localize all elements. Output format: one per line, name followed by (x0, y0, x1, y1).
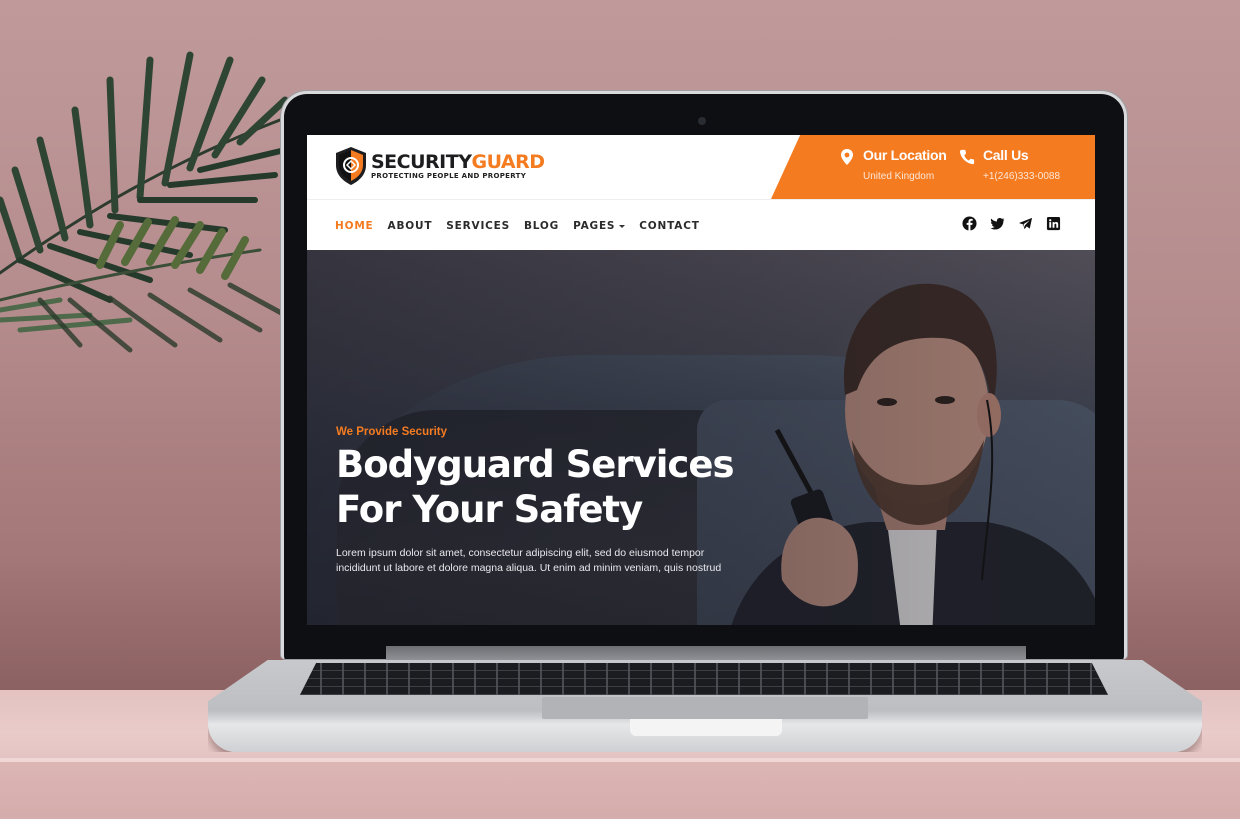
nav-label: BLOG (524, 220, 560, 232)
website-screen: SECURITYGUARD PROTECTING PEOPLE AND PROP… (307, 135, 1095, 625)
hero-eyebrow: We Provide Security (336, 426, 447, 438)
phone-icon (959, 149, 975, 165)
nav-item-pages[interactable]: PAGES (573, 220, 626, 232)
shelf-front (0, 762, 1240, 819)
site-header: SECURITYGUARD PROTECTING PEOPLE AND PROP… (307, 135, 1095, 199)
nav-label: ABOUT (387, 220, 433, 232)
palm-plant-decoration (0, 51, 289, 353)
contact-band: Our Location United Kingdom Call Us +1(2… (771, 135, 1095, 199)
map-pin-icon (841, 149, 853, 165)
nav-label: CONTACT (639, 220, 700, 232)
telegram-icon[interactable] (1018, 216, 1033, 231)
location-value: United Kingdom (863, 171, 935, 182)
logo-wordmark: SECURITYGUARD (371, 150, 545, 173)
nav-label: PAGES (573, 220, 616, 232)
contact-call[interactable]: Call Us +1(246)333-0088 (959, 147, 1060, 182)
twitter-icon[interactable] (990, 216, 1005, 231)
laptop-lid-notch (630, 719, 782, 736)
nav-label: HOME (335, 220, 374, 232)
call-title: Call Us (983, 147, 1029, 163)
nav-item-contact[interactable]: CONTACT (639, 220, 699, 232)
nav-item-blog[interactable]: BLOG (524, 220, 559, 232)
hero-description: Lorem ipsum dolor sit amet, consectetur … (336, 547, 722, 574)
main-navigation: HOME ABOUT SERVICES BLOG PAGES CONTACT (307, 199, 1095, 250)
logo-tagline: PROTECTING PEOPLE AND PROPERTY (371, 171, 527, 180)
nav-label: SERVICES (446, 220, 510, 232)
site-logo[interactable]: SECURITYGUARD PROTECTING PEOPLE AND PROP… (334, 146, 545, 186)
call-phone-number[interactable]: +1(246)333-0088 (983, 171, 1060, 182)
hero-content: We Provide Security Bodyguard Services F… (336, 426, 756, 576)
hero-headline: Bodyguard Services For Your Safety (336, 443, 734, 531)
nav-item-home[interactable]: HOME (335, 220, 374, 232)
nav-item-about[interactable]: ABOUT (388, 220, 433, 232)
laptop-trackpad (542, 697, 868, 719)
social-links (962, 216, 1061, 231)
contact-location: Our Location United Kingdom (839, 147, 947, 182)
laptop-keyboard (300, 663, 1108, 695)
shield-icon (336, 147, 366, 185)
location-title: Our Location (863, 147, 947, 163)
hero-banner: We Provide Security Bodyguard Services F… (307, 250, 1095, 625)
facebook-icon[interactable] (962, 216, 977, 231)
chevron-down-icon (619, 224, 626, 228)
linkedin-icon[interactable] (1046, 216, 1061, 231)
webcam (698, 117, 706, 125)
nav-item-services[interactable]: SERVICES (446, 220, 510, 232)
